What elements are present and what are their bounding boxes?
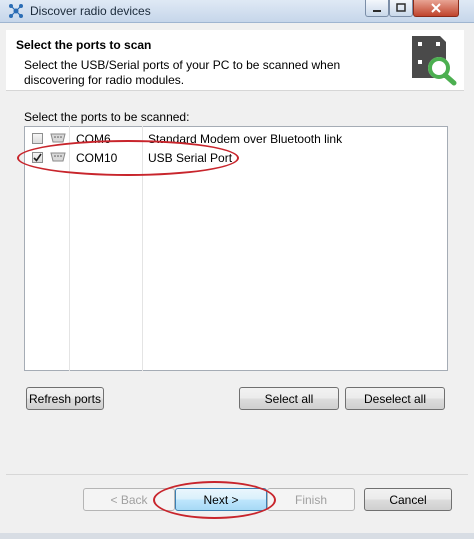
select-all-button[interactable]: Select all [239, 387, 339, 410]
maximize-button[interactable] [389, 0, 413, 17]
background-strip [0, 533, 474, 539]
deselect-all-button[interactable]: Deselect all [345, 387, 445, 410]
port-name: COM6 [76, 132, 111, 146]
close-icon [431, 3, 441, 13]
app-icon [9, 4, 23, 18]
page-description: Select the USB/Serial ports of your PC t… [24, 58, 341, 87]
minimize-icon [373, 10, 381, 12]
serial-port-icon [50, 133, 66, 143]
page-title: Select the ports to scan [16, 38, 152, 52]
window-title: Discover radio devices [30, 4, 151, 18]
port-description: Standard Modem over Bluetooth link [148, 132, 343, 146]
ports-list-label: Select the ports to be scanned: [24, 110, 190, 124]
refresh-ports-button[interactable]: Refresh ports [26, 387, 104, 410]
port-name: COM10 [76, 151, 118, 165]
next-button[interactable]: Next > [175, 488, 267, 511]
close-window-button[interactable] [413, 0, 459, 17]
radio-module-search-icon [412, 36, 457, 86]
port-checkbox-com6[interactable] [32, 133, 43, 144]
checkmark-icon [33, 153, 42, 162]
minimize-button[interactable] [365, 0, 389, 17]
port-description: USB Serial Port [148, 151, 233, 165]
maximize-icon [396, 3, 406, 12]
back-button[interactable]: < Back [83, 488, 175, 511]
divider [6, 474, 468, 475]
cancel-button[interactable]: Cancel [364, 488, 452, 511]
port-checkbox-com10[interactable] [32, 152, 43, 163]
serial-port-icon [50, 152, 66, 162]
finish-button[interactable]: Finish [267, 488, 355, 511]
